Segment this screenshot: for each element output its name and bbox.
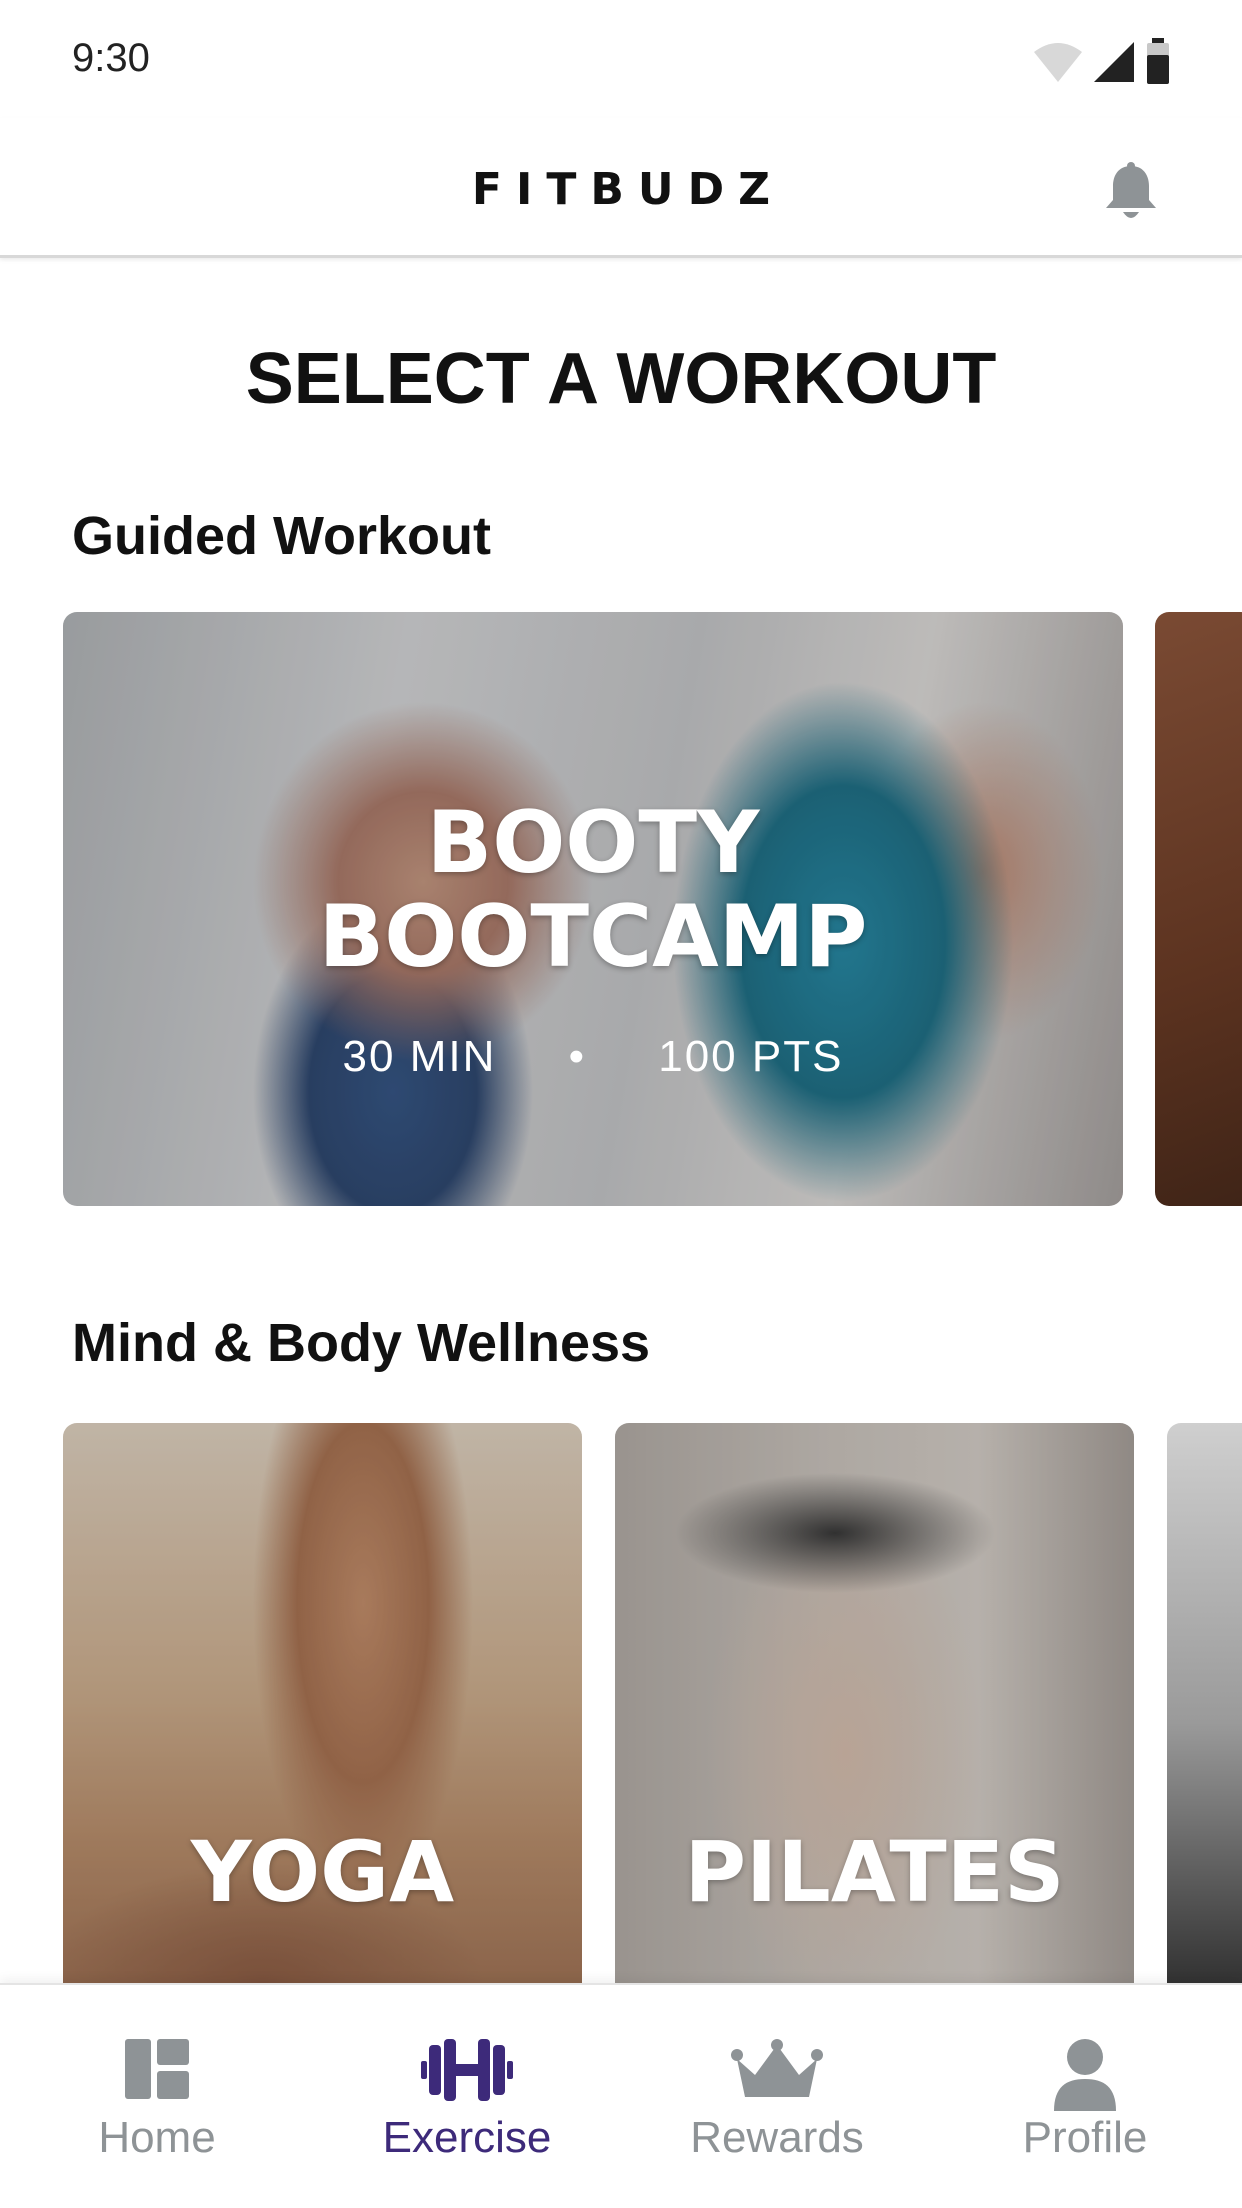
card-title-line1: BOOTY	[426, 793, 760, 893]
tab-exercise[interactable]: Exercise	[312, 1985, 622, 2208]
card-title-yoga: YOGA	[190, 1823, 455, 1921]
status-time: 9:30	[72, 36, 150, 80]
app-logo: FITBUDZ	[471, 164, 785, 215]
battery-icon	[1147, 38, 1169, 84]
crown-icon	[731, 2039, 823, 2097]
workout-card-yoga[interactable]: YOGA	[63, 1423, 582, 2023]
card-image-overlay	[615, 1423, 1134, 2023]
app-header: FITBUDZ	[0, 118, 1242, 258]
section-title-guided: Guided Workout	[72, 506, 491, 566]
wifi-icon	[1034, 43, 1082, 82]
cellular-signal-icon	[1094, 42, 1134, 82]
card-title-line2: BOOTCAMP	[318, 887, 868, 987]
page-title: SELECT A WORKOUT	[245, 339, 997, 419]
duration-label: 30 MIN	[342, 1032, 497, 1081]
tab-label-rewards: Rewards	[690, 2113, 864, 2162]
card-title-pilates: PILATES	[684, 1823, 1065, 1921]
bottom-tab-bar: Home Exercise Rewards Profile	[0, 1983, 1242, 2208]
status-icons	[1032, 38, 1172, 86]
tab-label-home: Home	[98, 2113, 216, 2162]
card-meta: 30 MIN • 100 PTS	[63, 1032, 1123, 1082]
status-bar: 9:30	[0, 0, 1242, 118]
tab-label-exercise: Exercise	[382, 2113, 552, 2162]
dashboard-icon	[125, 2039, 189, 2099]
dumbbell-icon	[421, 2039, 513, 2101]
tab-label-profile: Profile	[1022, 2113, 1148, 2162]
notification-bell-icon[interactable]	[1102, 162, 1160, 224]
tab-home[interactable]: Home	[2, 1985, 312, 2208]
section-title-wellness: Mind & Body Wellness	[72, 1313, 651, 1373]
tab-rewards[interactable]: Rewards	[622, 1985, 932, 2208]
workout-card-next-partial-wellness[interactable]	[1167, 1423, 1242, 2023]
tab-profile[interactable]: Profile	[930, 1985, 1240, 2208]
meta-separator: •	[568, 1032, 586, 1081]
workout-card-pilates[interactable]: PILATES	[615, 1423, 1134, 2023]
workout-card-booty-bootcamp[interactable]: BOOTY BOOTCAMP 30 MIN • 100 PTS	[63, 612, 1123, 1206]
person-icon	[1054, 2039, 1116, 2111]
workout-card-next-partial[interactable]	[1155, 612, 1242, 1206]
card-image-overlay	[63, 1423, 582, 2023]
points-label: 100 PTS	[658, 1032, 844, 1081]
